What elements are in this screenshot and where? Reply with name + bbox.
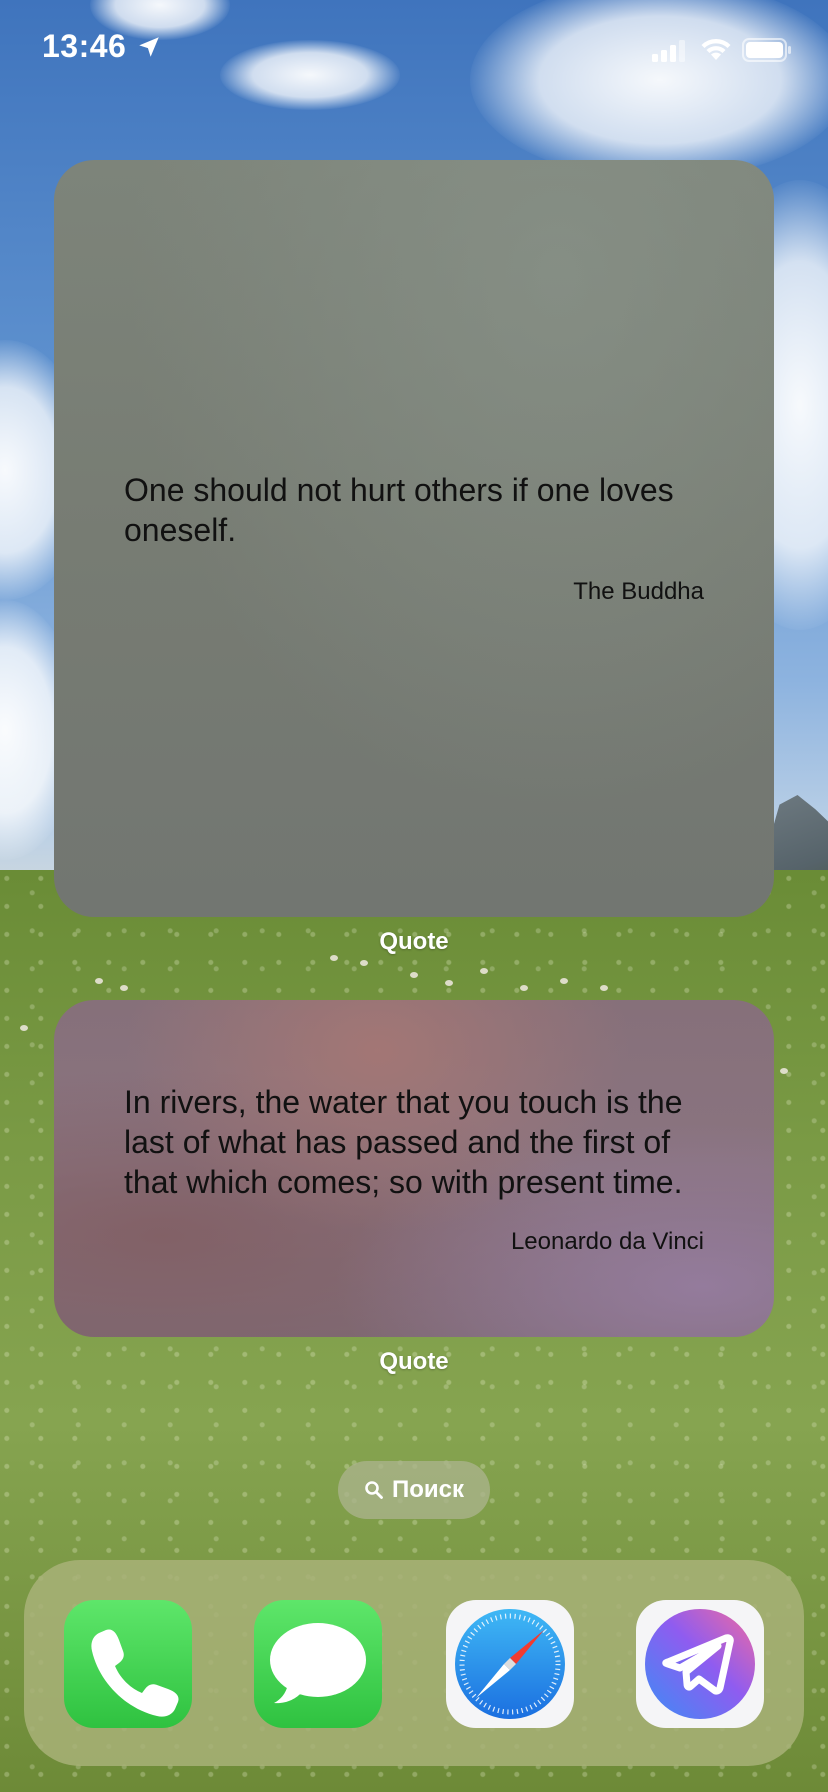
spotlight-search-button[interactable]: Поиск xyxy=(338,1461,490,1519)
widget-caption: Quote xyxy=(379,1348,449,1375)
sheep xyxy=(600,985,608,991)
sheep xyxy=(445,980,453,986)
quote-text: One should not hurt others if one loves … xyxy=(124,472,674,548)
quote-widget-medium[interactable]: In rivers, the water that you touch is t… xyxy=(54,1000,774,1337)
status-bar: 13:46 xyxy=(0,0,828,100)
wifi-icon xyxy=(701,38,731,60)
quote-author: The Buddha xyxy=(573,578,704,605)
dock-app-safari[interactable] xyxy=(446,1600,574,1728)
messages-icon xyxy=(270,1623,366,1704)
widget-caption: Quote xyxy=(379,928,449,955)
dock-app-telegram[interactable] xyxy=(636,1600,764,1728)
quote-widget-large[interactable]: One should not hurt others if one loves … xyxy=(54,160,774,917)
quote-text: In rivers, the water that you touch is t… xyxy=(124,1084,683,1200)
quote-author: Leonardo da Vinci xyxy=(510,1228,704,1255)
phone-icon xyxy=(91,1629,179,1717)
status-time: 13:46 xyxy=(42,28,127,64)
battery-icon xyxy=(742,38,791,62)
search-icon xyxy=(365,1481,383,1499)
sheep xyxy=(560,978,568,984)
dock-app-phone[interactable] xyxy=(64,1600,192,1728)
sheep xyxy=(360,960,368,966)
safari-compass-icon xyxy=(455,1609,565,1719)
search-label: Поиск xyxy=(391,1476,465,1503)
sheep xyxy=(20,1025,28,1031)
cellular-signal-icon xyxy=(652,40,685,62)
sheep xyxy=(480,968,488,974)
sheep xyxy=(120,985,128,991)
telegram-plane-icon xyxy=(645,1609,755,1719)
sheep xyxy=(95,978,103,984)
sheep xyxy=(520,985,528,991)
dock xyxy=(24,1560,804,1766)
sheep xyxy=(780,1068,788,1074)
sheep xyxy=(410,972,418,978)
location-arrow-icon xyxy=(139,37,159,57)
dock-app-messages[interactable] xyxy=(254,1600,382,1728)
